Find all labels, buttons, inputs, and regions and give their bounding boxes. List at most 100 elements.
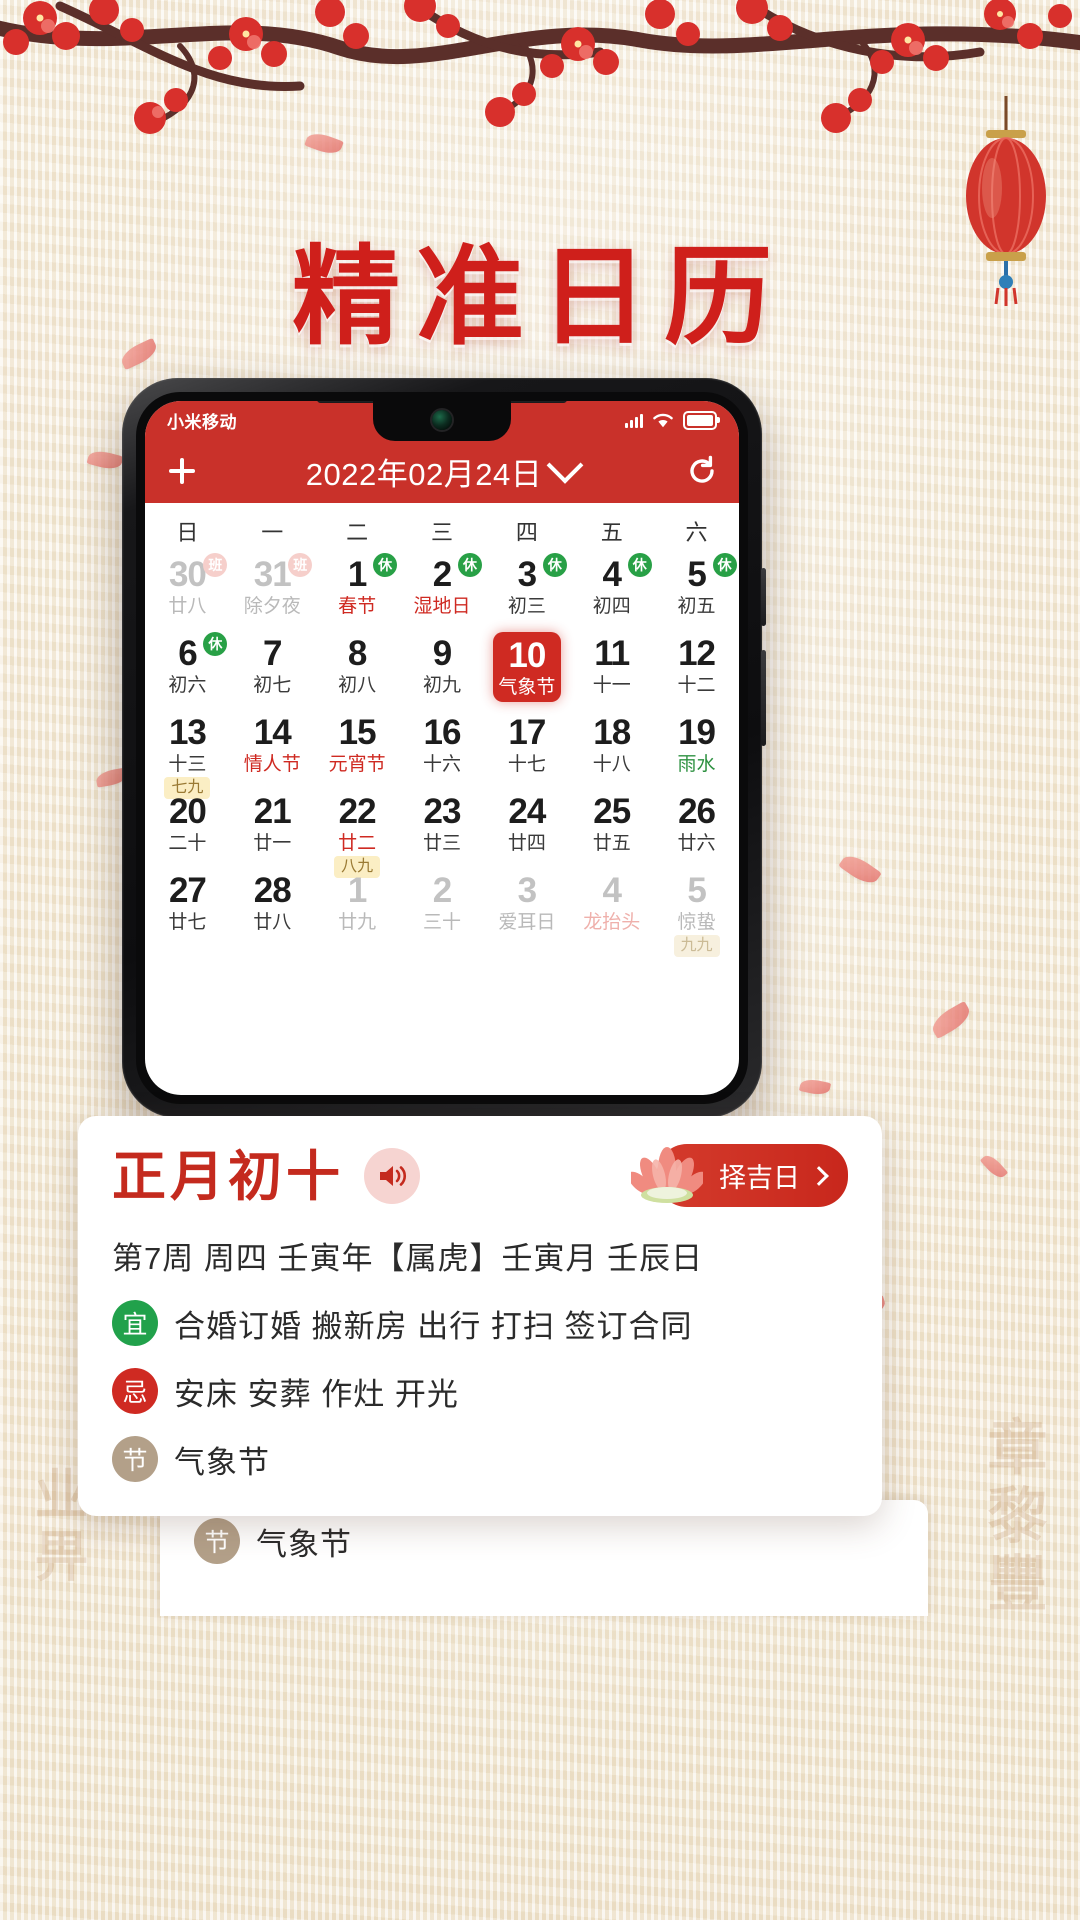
day-number: 18	[593, 713, 631, 752]
weekday-label-3: 三	[430, 520, 453, 545]
refresh-icon[interactable]	[685, 454, 719, 488]
lunar-date-title: 正月初十	[112, 1143, 344, 1208]
lunar-label: 廿六	[677, 833, 716, 854]
lunar-label: 初八	[338, 675, 377, 696]
lunar-label: 三十	[422, 912, 461, 933]
calligraphy-right: 章黎豐	[977, 1416, 1047, 1620]
calendar-day-cell[interactable]: 1 春节 休	[315, 551, 400, 630]
speaker-icon[interactable]	[364, 1147, 420, 1204]
calendar-day-cell[interactable]: 5 初五 休	[654, 551, 739, 630]
calendar-day-cell[interactable]: 16 十六	[400, 709, 485, 788]
weekday-label-0: 日	[176, 520, 199, 545]
calendar-day-cell[interactable]: 10 气象节	[484, 630, 569, 709]
lunar-label: 廿五	[592, 833, 631, 854]
day-number: 17	[508, 713, 546, 752]
day-number: 2	[432, 555, 452, 594]
calendar-day-cell[interactable]: 15 元宵节	[315, 709, 400, 788]
day-number: 26	[678, 792, 716, 831]
day-number: 3	[517, 871, 537, 910]
calendar-day-cell[interactable]: 24 廿四	[484, 788, 569, 867]
day-number: 16	[423, 713, 462, 752]
calendar-day-cell[interactable]: 1 廿九	[315, 867, 400, 946]
weekday-label-5: 五	[600, 520, 623, 545]
calendar-day-cell[interactable]: 28 廿八	[230, 867, 315, 946]
day-number: 23	[423, 792, 462, 831]
status-icons	[625, 410, 720, 430]
work-day-badge: 班	[288, 553, 313, 577]
calendar-day-cell[interactable]: 19 雨水	[654, 709, 739, 788]
calendar-day-cell[interactable]: 23 廿三	[400, 788, 485, 867]
calendar-day-cell[interactable]: 30 廿八 班	[145, 551, 230, 630]
ji-text: 安床 安葬 作灶 开光	[174, 1376, 459, 1412]
day-number: 7	[263, 634, 282, 673]
calendar-day-cell[interactable]: 12 十二	[654, 630, 739, 709]
card-header: 正月初十 择吉日	[112, 1144, 848, 1207]
lunar-label: 龙抬头	[583, 912, 641, 933]
phone-volume-button	[761, 650, 766, 746]
festival-text: 气象节	[256, 1526, 352, 1562]
calendar-day-cell[interactable]: 4 初四 休	[569, 551, 654, 630]
day-number: 13	[168, 713, 207, 752]
lucky-day-label: 择吉日	[719, 1163, 800, 1193]
lunar-label: 廿七	[168, 912, 207, 933]
day-number: 8	[347, 634, 367, 673]
weekday-label-1: 一	[261, 520, 284, 545]
calendar-day-cell[interactable]: 26 廿六	[654, 788, 739, 867]
lunar-label: 十七	[507, 754, 546, 775]
calendar-day-cell[interactable]: 18 十八	[569, 709, 654, 788]
day-number: 21	[253, 792, 292, 831]
calendar-day-cell[interactable]: 3 初三 休	[484, 551, 569, 630]
lunar-label: 廿二	[338, 833, 377, 854]
date-title-button[interactable]: 2022年02月24日	[145, 446, 739, 494]
calendar-day-cell[interactable]: 11 十一	[569, 630, 654, 709]
day-number: 4	[602, 871, 621, 910]
calendar-day-cell[interactable]: 13 十三 七九	[145, 709, 230, 799]
calendar-day-cell[interactable]: 2 三十	[400, 867, 485, 946]
app-header: 2022年02月24日	[145, 439, 739, 503]
lunar-label: 初六	[168, 675, 207, 696]
calendar-day-cell[interactable]: 17 十七	[484, 709, 569, 788]
lunar-label: 廿八	[253, 912, 292, 933]
calendar-day-cell[interactable]: 2 湿地日 休	[400, 551, 485, 630]
rest-day-badge: 休	[373, 553, 398, 577]
calendar-day-cell[interactable]: 14 情人节	[230, 709, 315, 788]
lunar-label: 廿一	[253, 833, 292, 854]
calendar-day-cell[interactable]: 22 廿二 八九	[315, 788, 400, 878]
lunar-label: 元宵节	[328, 754, 386, 775]
calendar-day-cell[interactable]: 25 廿五	[569, 788, 654, 867]
day-number: 1	[347, 555, 367, 594]
lucky-day-button[interactable]: 择吉日	[631, 1144, 848, 1207]
calendar-day-cell[interactable]: 4 龙抬头	[569, 867, 654, 946]
phone-bezel: 小米移动 2022年02月24日 日 一 二 三 四 五 六 30 廿八 班 3…	[136, 392, 748, 1104]
calendar-day-cell[interactable]: 8 初八	[315, 630, 400, 709]
background-info-card: 节 气象节	[160, 1500, 928, 1616]
rest-day-badge: 休	[712, 553, 737, 577]
battery-full-icon	[683, 410, 720, 430]
calendar-day-cell[interactable]: 21 廿一	[230, 788, 315, 867]
calendar-grid[interactable]: 30 廿八班 31 除夕夜班 1 春节休 2 湿地日休 3 初三休 4 初四休 5 初五休 6 初六休 7 初七 8…	[145, 547, 739, 957]
lunar-label: 惊蛰	[677, 912, 716, 933]
ji-chip: 忌	[112, 1368, 158, 1414]
calendar-day-cell[interactable]: 27 廿七	[145, 867, 230, 946]
day-number: 10	[508, 635, 546, 675]
phone-mockup: 小米移动 2022年02月24日 日 一 二 三 四 五 六 30 廿八 班 3…	[122, 378, 766, 1118]
calendar-day-cell[interactable]: 20 二十	[145, 788, 230, 867]
day-number: 28	[253, 871, 292, 910]
yi-text: 合婚订婚 搬新房 出行 打扫 签订合同	[174, 1308, 693, 1344]
calendar-day-cell[interactable]: 9 初九	[400, 630, 485, 709]
rest-day-badge: 休	[457, 553, 482, 577]
calendar-day-cell[interactable]: 31 除夕夜 班	[230, 551, 315, 630]
page-title: 2022年02月24日	[305, 456, 543, 492]
day-number: 11	[594, 634, 630, 673]
day-number: 9	[432, 634, 452, 673]
calendar-day-cell[interactable]: 3 爱耳日	[484, 867, 569, 946]
lunar-label: 初九	[422, 675, 461, 696]
calendar-day-cell[interactable]: 6 初六 休	[145, 630, 230, 709]
lunar-label: 初七	[253, 675, 292, 696]
weekday-header: 日一二三四五六	[145, 503, 739, 547]
calendar-day-cell[interactable]: 7 初七	[230, 630, 315, 709]
calendar-day-cell[interactable]: 5 惊蛰 九九	[654, 867, 739, 957]
lunar-label: 廿四	[507, 833, 546, 854]
lotus-icon	[631, 1146, 703, 1203]
lunar-label: 初四	[592, 596, 631, 617]
